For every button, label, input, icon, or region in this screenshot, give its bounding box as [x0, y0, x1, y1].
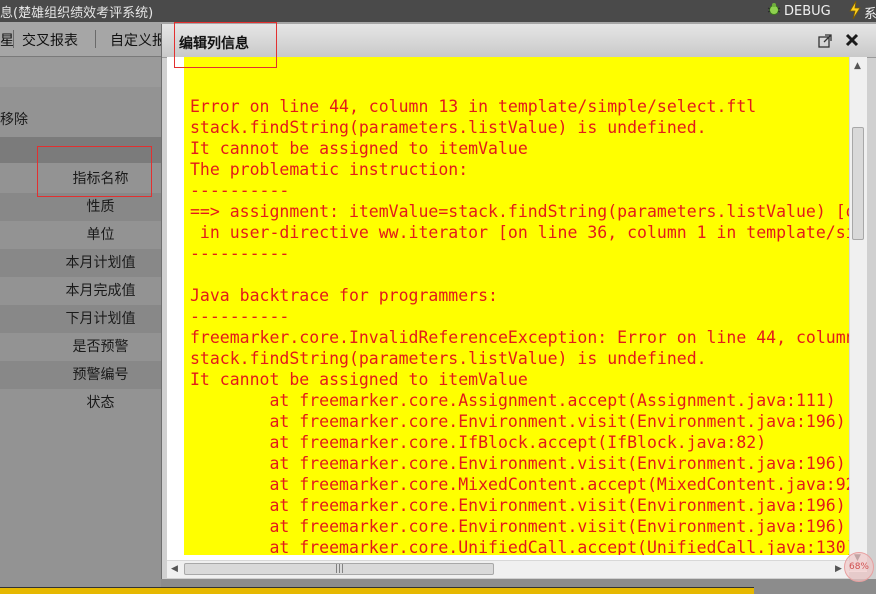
field-row[interactable]: 预警编号: [0, 361, 161, 389]
field-row[interactable]: 单位: [0, 221, 161, 249]
field-row[interactable]: 状态: [0, 389, 161, 417]
close-icon[interactable]: [843, 31, 861, 49]
field-row[interactable]: 下月计划值: [0, 305, 161, 333]
remove-button[interactable]: 移除: [0, 109, 28, 129]
field-row[interactable]: 是否预警: [0, 333, 161, 361]
window-titlebar: 息(楚雄组织绩效考评系统) DEBUG 系: [0, 0, 876, 22]
horizontal-scroll-thumb[interactable]: |||: [184, 563, 494, 575]
system-button[interactable]: 系: [848, 0, 876, 23]
field-name: 是否预警: [72, 339, 129, 355]
popout-icon[interactable]: [817, 33, 833, 49]
edit-column-dialog: 编辑列信息 Error on line 44, column 13 in tem…: [161, 24, 876, 579]
debug-label: DEBUG: [784, 3, 831, 19]
zoom-badge: 68%: [844, 552, 874, 582]
toolbar-divider: [13, 30, 14, 48]
highlight-box-field: [37, 146, 152, 197]
scroll-left-icon[interactable]: ◀: [171, 564, 178, 574]
field-row[interactable]: 性质: [0, 193, 161, 221]
app-title: 息(楚雄组织绩效考评系统): [0, 6, 154, 21]
field-name: 本月完成值: [65, 283, 136, 299]
toolbar-item-custom-report[interactable]: 自定义报: [110, 30, 166, 50]
field-name: 性质: [86, 199, 115, 215]
field-name: 下月计划值: [65, 311, 136, 327]
toolbar-item-0[interactable]: 星: [0, 30, 14, 50]
lightning-icon: [848, 0, 862, 23]
highlight-box-title: [174, 22, 277, 68]
error-message-box: Error on line 44, column 13 in template/…: [184, 57, 850, 555]
system-label: 系: [864, 6, 876, 22]
horizontal-scrollbar[interactable]: ◀ ||| ▶: [167, 560, 849, 578]
field-row[interactable]: 本月计划值: [0, 249, 161, 277]
field-name: 本月计划值: [65, 255, 136, 271]
toolbar-item-crosstab[interactable]: 交叉报表: [22, 30, 78, 50]
bug-icon: [766, 1, 782, 21]
debug-button[interactable]: DEBUG: [766, 1, 831, 21]
dialog-content: Error on line 44, column 13 in template/…: [167, 57, 867, 572]
field-name: 状态: [86, 395, 115, 411]
toolbar-divider: [95, 30, 96, 48]
scroll-up-icon[interactable]: ▲: [854, 61, 861, 71]
field-name: 预警编号: [72, 367, 129, 383]
error-text: Error on line 44, column 13 in template/…: [190, 97, 850, 555]
vertical-scroll-thumb[interactable]: [852, 127, 864, 240]
scroll-right-icon[interactable]: ▶: [835, 564, 842, 574]
field-row[interactable]: 本月完成值: [0, 277, 161, 305]
vertical-scrollbar[interactable]: ▲ ▼: [849, 57, 867, 571]
field-name: 单位: [86, 227, 115, 243]
